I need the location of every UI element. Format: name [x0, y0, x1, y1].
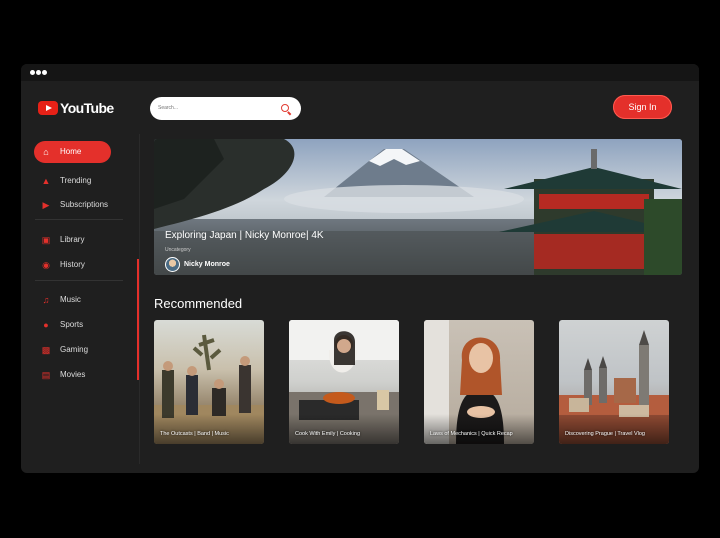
sidebar-item-label: Subscriptions	[60, 200, 109, 209]
video-card[interactable]: Cook With Emily | Cooking	[289, 320, 399, 444]
home-icon: ⌂	[43, 146, 49, 157]
sidebar-item-movies[interactable]: ▤ Movies	[34, 364, 111, 386]
video-card[interactable]: Discovering Prague | Travel Vlog	[559, 320, 669, 444]
sidebar-separator	[35, 280, 123, 281]
sports-icon: ●	[43, 319, 49, 330]
video-card[interactable]: The Outcasts | Band | Music	[154, 320, 264, 444]
sidebar-item-home[interactable]: ⌂ Home	[34, 141, 111, 163]
app-window: YouTube Sign In ⌂ Home ▲ Trending ▶ Subs…	[21, 64, 699, 473]
sidebar-item-label: Trending	[60, 176, 92, 185]
author-avatar[interactable]	[165, 257, 180, 272]
sidebar-item-label: History	[60, 260, 85, 269]
video-caption[interactable]: Discovering Prague | Travel Vlog	[565, 431, 645, 437]
author-name[interactable]: Nicky Monroe	[184, 261, 230, 268]
search-icon[interactable]	[281, 104, 289, 112]
sidebar-item-label: Movies	[60, 370, 86, 379]
play-logo-icon	[38, 101, 58, 115]
video-card[interactable]: Laws of Mechanics | Quick Recap	[424, 320, 534, 444]
window-dot[interactable]	[30, 70, 35, 75]
sidebar-item-label: Gaming	[60, 345, 89, 354]
youtube-logo[interactable]: YouTube	[38, 100, 114, 116]
thumbnail-shade	[559, 414, 669, 444]
sidebar-item-library[interactable]: ▣ Library	[34, 229, 111, 251]
sidebar-item-trending[interactable]: ▲ Trending	[34, 170, 111, 192]
logo-text: YouTube	[60, 100, 114, 116]
fire-icon: ▲	[41, 175, 51, 186]
sidebar-scrollbar[interactable]	[137, 259, 139, 380]
video-caption[interactable]: Laws of Mechanics | Quick Recap	[430, 431, 513, 437]
thumbnail-shade	[154, 414, 264, 444]
thumbnail-shade	[289, 414, 399, 444]
sidebar-divider	[139, 134, 140, 464]
video-caption[interactable]: Cook With Emily | Cooking	[295, 431, 360, 437]
sidebar-item-label: Music	[60, 295, 81, 304]
sidebar-item-label: Library	[60, 235, 85, 244]
movies-icon: ▤	[41, 369, 51, 380]
featured-video[interactable]: Exploring Japan | Nicky Monroe| 4K Uncat…	[154, 139, 682, 275]
search-input[interactable]	[158, 104, 278, 112]
sidebar-item-music[interactable]: ♫ Music	[34, 289, 111, 311]
thumbnail-shade	[424, 414, 534, 444]
window-dot[interactable]	[42, 70, 47, 75]
sidebar-item-label: Sports	[60, 320, 84, 329]
sign-in-button[interactable]: Sign In	[613, 95, 672, 119]
title-bar	[21, 64, 699, 81]
sidebar-item-label: Home	[60, 147, 82, 156]
featured-video-thumbnail	[154, 139, 682, 275]
featured-video-title[interactable]: Exploring Japan | Nicky Monroe| 4K	[165, 230, 324, 241]
window-dot[interactable]	[36, 70, 41, 75]
sidebar-item-gaming[interactable]: ▩ Gaming	[34, 339, 111, 361]
sidebar-item-subscriptions[interactable]: ▶ Subscriptions	[34, 194, 111, 216]
history-icon: ◉	[42, 259, 50, 270]
search-bar[interactable]	[150, 97, 301, 120]
subscriptions-icon: ▶	[42, 199, 50, 210]
recommended-heading: Recommended	[154, 296, 243, 311]
library-icon: ▣	[41, 234, 51, 245]
sidebar-separator	[35, 219, 123, 220]
sidebar-item-history[interactable]: ◉ History	[34, 254, 111, 276]
video-caption[interactable]: The Outcasts | Band | Music	[160, 431, 229, 437]
sidebar-item-sports[interactable]: ● Sports	[34, 314, 111, 336]
gaming-icon: ▩	[41, 344, 51, 355]
music-icon: ♫	[42, 294, 50, 305]
featured-video-category: Uncategory	[165, 247, 191, 253]
